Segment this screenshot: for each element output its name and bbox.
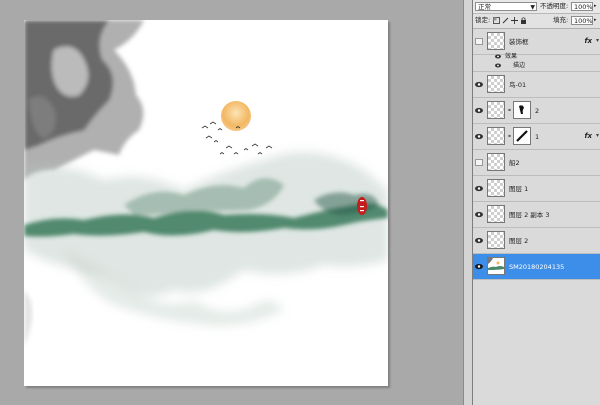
red-seal: [357, 197, 367, 215]
lock-position-icon[interactable]: [511, 17, 518, 24]
lock-pixels-icon[interactable]: [502, 17, 509, 24]
chevron-down-icon: ▼: [530, 4, 535, 11]
eye-icon[interactable]: [475, 263, 483, 270]
visibility-toggle-off[interactable]: [475, 159, 483, 166]
opacity-arrow-icon[interactable]: ▸: [594, 2, 597, 11]
layer-mask-thumbnail[interactable]: [513, 127, 531, 145]
eye-icon[interactable]: [475, 185, 483, 192]
blend-row: 正常 ▼ 不透明度: 100% ▸: [473, 0, 600, 14]
eye-icon[interactable]: [495, 54, 501, 59]
lock-all-icon[interactable]: [520, 17, 527, 24]
layer-name: 2: [535, 107, 540, 115]
canvas-area[interactable]: [0, 0, 463, 405]
layer-name: 鸟-01: [509, 81, 527, 89]
layer-thumbnail: [487, 179, 505, 197]
eye-icon[interactable]: [475, 107, 483, 114]
lock-row: 锁定: 填充: 100% ▸: [473, 14, 600, 29]
eye-icon[interactable]: [475, 211, 483, 218]
layer-thumbnail: [487, 257, 505, 275]
layers-panel: 正常 ▼ 不透明度: 100% ▸ 锁定: 填充: 100% ▸ 装饰框 fx: [472, 0, 600, 405]
eye-icon[interactable]: [475, 133, 483, 140]
lock-transparency-icon[interactable]: [493, 17, 500, 24]
ink-mountain-top-left: [24, 20, 144, 180]
ink-wash-middle: [24, 152, 388, 326]
birds-flock: [201, 121, 273, 155]
eye-icon[interactable]: [495, 63, 501, 68]
chevron-down-icon[interactable]: ▾: [596, 37, 599, 44]
canvas-scroll-strip[interactable]: [463, 0, 472, 405]
fx-icon[interactable]: fx: [584, 37, 592, 45]
layer-name: 装饰框: [509, 38, 529, 46]
ink-landscape-artwork: [24, 20, 388, 345]
layer-mask-thumbnail[interactable]: [513, 101, 531, 119]
eye-icon[interactable]: [475, 237, 483, 244]
fill-label: 填充:: [553, 16, 569, 24]
lock-label: 锁定:: [475, 16, 491, 24]
layer-name: SM20180204135: [509, 263, 565, 271]
chevron-down-icon[interactable]: ▾: [596, 132, 599, 139]
layer-thumbnail: [487, 205, 505, 223]
layer-thumbnail: [487, 127, 505, 145]
eye-icon[interactable]: [475, 81, 483, 88]
layer-boat[interactable]: 船2: [473, 150, 600, 176]
layer-effect-stroke-row[interactable]: 描边: [473, 61, 600, 72]
opacity-field[interactable]: 100%: [571, 2, 593, 11]
layer-name: 图层 2 副本 3: [509, 211, 550, 219]
fx-icon[interactable]: fx: [584, 132, 592, 140]
layer-name: 1: [535, 133, 540, 141]
layer-background-image[interactable]: SM20180204135: [473, 254, 600, 280]
link-icon: ⚭: [507, 107, 513, 114]
link-icon: ⚭: [507, 133, 513, 140]
layer-1[interactable]: ⚭ 1 fx ▾: [473, 124, 600, 150]
layer-name: 船2: [509, 159, 520, 167]
blend-mode-select[interactable]: 正常 ▼: [475, 2, 537, 11]
layer-thumbnail: [487, 231, 505, 249]
layer-thumbnail: [487, 75, 505, 93]
layer-2[interactable]: ⚭ 2: [473, 98, 600, 124]
layer-thumbnail: [487, 153, 505, 171]
layer-bird[interactable]: 鸟-01: [473, 72, 600, 98]
layer-layer-2-copy-3[interactable]: 图层 2 副本 3: [473, 202, 600, 228]
opacity-label: 不透明度:: [540, 2, 569, 10]
layer-name: 图层 1: [509, 185, 529, 193]
layer-layer-2[interactable]: 图层 2: [473, 228, 600, 254]
ink-patch-bottom-left: [24, 290, 33, 345]
fill-field[interactable]: 100%: [571, 16, 593, 25]
layer-layer-1[interactable]: 图层 1: [473, 176, 600, 202]
effect-stroke-label: 描边: [513, 62, 526, 69]
sun: [221, 101, 251, 131]
blend-mode-value: 正常: [478, 3, 491, 11]
layer-thumbnail: [487, 32, 505, 50]
fill-arrow-icon[interactable]: ▸: [594, 16, 597, 25]
layer-thumbnail: [487, 101, 505, 119]
layer-name: 图层 2: [509, 237, 529, 245]
visibility-toggle-off[interactable]: [475, 38, 483, 45]
document-canvas[interactable]: [24, 20, 388, 386]
